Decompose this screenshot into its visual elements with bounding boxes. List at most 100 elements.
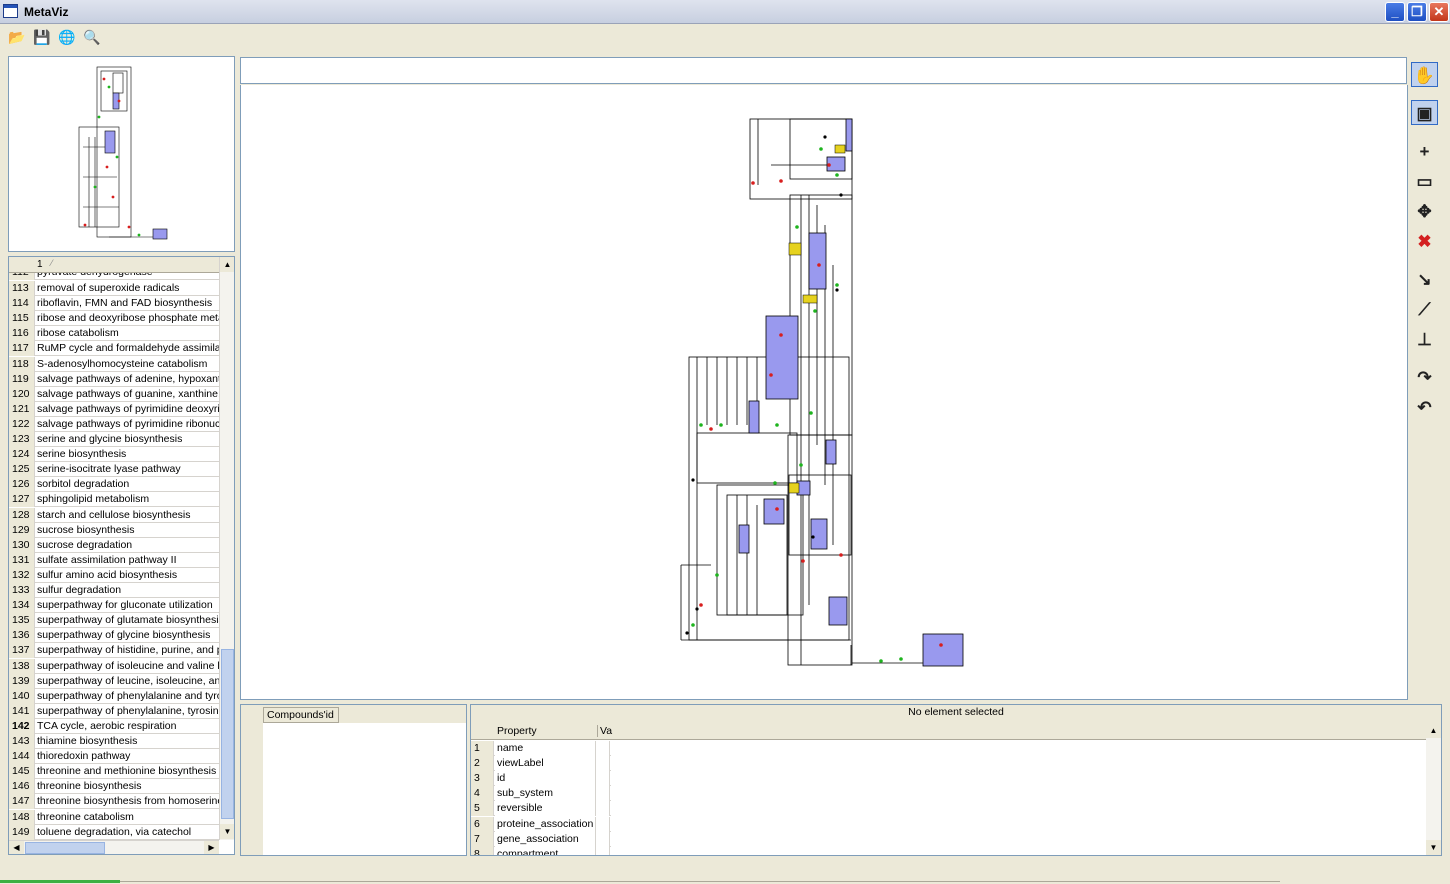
h-scroll-thumb[interactable] [25,842,105,854]
list-item[interactable]: 149 toluene degradation, via catechol [9,824,219,840]
list-item[interactable]: 113 removal of superoxide radicals [9,281,219,296]
delete-icon[interactable]: ✖ [1411,228,1438,253]
list-item[interactable]: 121 salvage pathways of pyrimidine deoxyr… [9,401,219,417]
list-item[interactable]: 115 ribose and deoxyribose phosphate meta [9,311,219,327]
zoom-search-icon[interactable]: 🔍 [81,26,103,48]
property-column-header[interactable]: Property [497,725,537,737]
undo-icon[interactable]: ↶ [1411,394,1438,419]
property-name: reversible [495,801,596,817]
compounds-list[interactable] [263,723,466,855]
list-item[interactable]: 135 superpathway of glutamate biosynthesi… [9,613,219,629]
hand-pan-icon[interactable]: ✋ [1411,62,1438,87]
table-row[interactable]: 3 id [471,771,611,787]
list-item[interactable]: 138 superpathway of isoleucine and valine… [9,658,219,674]
property-value[interactable] [596,741,610,756]
table-row[interactable]: 7 gene_association [471,831,611,847]
pathway-list-vscrollbar[interactable]: ▲ ▼ [219,257,234,840]
pathway-list-header[interactable]: 1 ⁄ [9,257,219,273]
pathway-list-hscrollbar[interactable]: ◀ ▶ [9,840,219,854]
list-item[interactable]: 129 sucrose biosynthesis [9,522,219,538]
list-item[interactable]: 144 thioredoxin pathway [9,749,219,765]
list-item[interactable]: 114 riboflavin, FMN and FAD biosynthesis [9,296,219,312]
list-item[interactable]: 131 sulfate assimilation pathway II [9,552,219,568]
property-value[interactable] [596,771,610,787]
list-item[interactable]: 132 sulfur amino acid biosynthesis [9,567,219,583]
list-item[interactable]: 145 threonine and methionine biosynthesis [9,764,219,780]
scroll-down-arrow-icon[interactable]: ▼ [1426,840,1441,855]
overview-minimap[interactable] [8,56,235,252]
line-draw-icon[interactable]: ⟋ [1411,296,1438,321]
scroll-left-arrow-icon[interactable]: ◀ [9,841,24,854]
metabolic-network-graph[interactable] [241,85,1407,698]
property-value[interactable] [596,786,610,802]
list-item[interactable]: 116 ribose catabolism [9,326,219,342]
scroll-up-arrow-icon[interactable]: ▲ [1426,723,1441,738]
list-item[interactable]: 147 threonine biosynthesis from homoserin… [9,794,219,810]
select-node-icon[interactable]: ▣ [1411,100,1438,125]
globe-icon[interactable]: 🌐 [56,26,78,48]
table-row[interactable]: 8 compartment [471,846,611,855]
table-row[interactable]: 1 name [471,741,611,756]
list-item[interactable]: 141 superpathway of phenylalanine, tyrosi… [9,703,219,719]
list-item[interactable]: 118 S-adenosylhomocysteine catabolism [9,356,219,372]
list-item[interactable]: 146 threonine biosynthesis [9,779,219,795]
property-value[interactable] [596,816,610,832]
add-icon[interactable]: + [1411,138,1438,163]
list-item[interactable]: 124 serine biosynthesis [9,447,219,463]
row-number: 139 [9,673,35,689]
property-value[interactable] [596,846,610,855]
close-button[interactable]: ✕ [1429,2,1449,22]
box-select-icon[interactable]: ▭ [1411,168,1438,193]
pathway-label: superpathway of histidine, purine, and p… [37,644,219,657]
table-row[interactable]: 6 proteine_association [471,816,611,832]
list-item[interactable]: 142 TCA cycle, aerobic respiration [9,718,219,734]
scroll-right-arrow-icon[interactable]: ▶ [204,841,219,854]
list-item[interactable]: 136 superpathway of glycine biosynthesis [9,628,219,644]
pathway-graph-canvas[interactable] [240,85,1408,700]
scroll-thumb[interactable] [221,649,234,819]
save-icon[interactable]: 💾 [31,26,53,48]
list-item[interactable]: 119 salvage pathways of adenine, hypoxant… [9,371,219,387]
list-item[interactable]: 139 superpathway of leucine, isoleucine, … [9,673,219,689]
list-item[interactable]: 123 serine and glycine biosynthesis [9,432,219,447]
row-number: 147 [9,794,35,810]
list-item[interactable]: 128 starch and cellulose biosynthesis [9,507,219,523]
open-folder-icon[interactable]: 📂 [6,26,28,48]
compounds-id-tab[interactable]: Compounds'id [263,707,339,723]
properties-vscrollbar[interactable]: ▲ ▼ [1426,723,1441,855]
table-row[interactable]: 5 reversible [471,801,611,817]
property-value[interactable] [596,756,610,772]
move-icon[interactable]: ✥ [1411,198,1438,223]
list-item[interactable]: 148 threonine catabolism [9,809,219,825]
minimize-button[interactable]: _ [1385,2,1405,22]
property-value[interactable] [596,801,610,817]
list-item[interactable]: 143 thiamine biosynthesis [9,734,219,749]
list-item[interactable]: 117 RuMP cycle and formaldehyde assimilat [9,341,219,357]
redo-icon[interactable]: ↷ [1411,364,1438,389]
table-row[interactable]: 4 sub_system [471,786,611,802]
row-number: 134 [9,598,35,614]
properties-table[interactable]: Property Va 1 name 2 viewLabel 3 id 4 sub_syste… [471,723,1426,855]
list-item[interactable]: 130 sucrose degradation [9,537,219,553]
stamp-icon[interactable]: ⊥ [1411,326,1438,351]
scroll-down-arrow-icon[interactable]: ▼ [220,824,234,839]
property-value[interactable] [596,831,610,847]
row-number: 4 [471,786,494,802]
value-column-header[interactable]: Va [597,725,612,737]
list-item[interactable]: 133 sulfur degradation [9,583,219,598]
list-item[interactable]: 140 superpathway of phenylalanine and tyr… [9,688,219,704]
table-row[interactable]: 2 viewLabel [471,756,611,772]
row-number: 131 [9,552,35,568]
list-item[interactable]: 134 superpathway for gluconate utilizatio… [9,598,219,614]
list-item[interactable]: 112pyruvate dehydrogenase [9,273,219,280]
list-item[interactable]: 126 sorbitol degradation [9,477,219,493]
list-item[interactable]: 137 superpathway of histidine, purine, an… [9,643,219,659]
list-item[interactable]: 120 salvage pathways of guanine, xanthine… [9,386,219,402]
list-item[interactable]: 125 serine-isocitrate lyase pathway [9,462,219,478]
list-item[interactable]: 127 sphingolipid metabolism [9,492,219,508]
scroll-up-arrow-icon[interactable]: ▲ [220,257,234,272]
curve-down-icon[interactable]: ↘ [1411,266,1438,291]
list-item[interactable]: 122 salvage pathways of pyrimidine ribonu… [9,416,219,432]
maximize-button[interactable]: ❐ [1407,2,1427,22]
canvas-header-field[interactable] [240,57,1407,84]
